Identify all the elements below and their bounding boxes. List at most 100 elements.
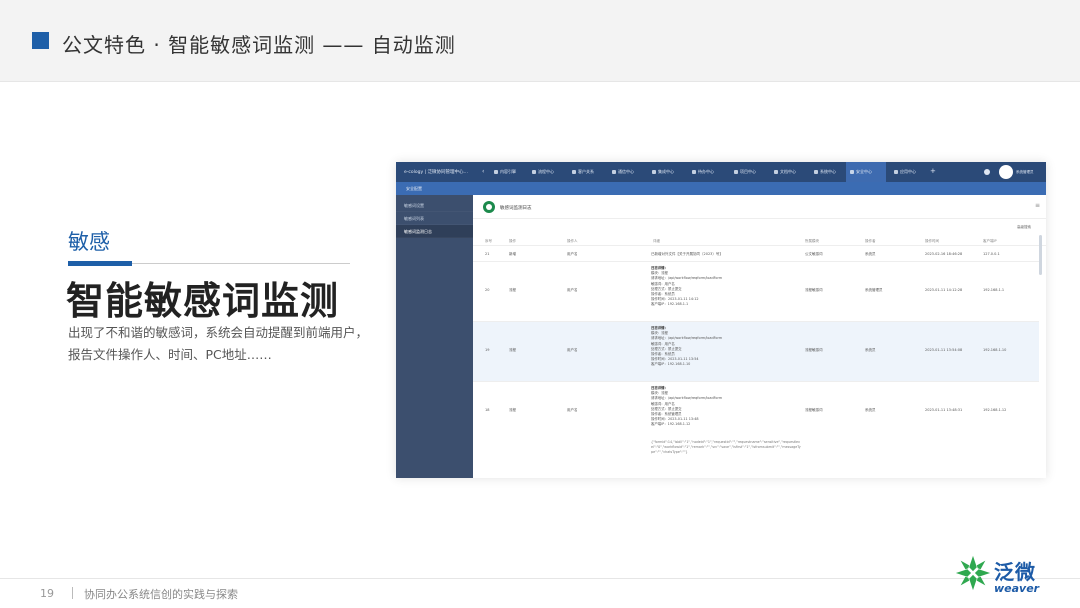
table-row[interactable]: 21 新增 用户名 已新增对外文件【关于开展协同（2023）号】 公文敏感词 系…: [473, 246, 1039, 262]
detail-line: 客户端IP：192.168.1.10: [651, 362, 691, 367]
refresh-icon: [692, 170, 696, 174]
nav-label: 项目中心: [740, 169, 756, 174]
header-square-icon: [32, 32, 49, 49]
nav-label: 待办中心: [698, 169, 714, 174]
nav-item-project[interactable]: 项目中心: [730, 162, 766, 182]
column-header[interactable]: 操作: [509, 239, 516, 244]
scrollbar[interactable]: [1039, 235, 1042, 275]
sidebar-item-log[interactable]: 敏感词监测日志: [396, 225, 473, 238]
nav-item-docs[interactable]: 文档中心: [770, 162, 806, 182]
row-time: 2023-02-16 18:46:28: [925, 252, 963, 256]
nav-item-crm[interactable]: 客户关系: [568, 162, 604, 182]
row-op: 流程: [509, 348, 516, 352]
slide-header: 公文特色 · 智能敏感词监测 —— 自动监测: [0, 0, 1080, 82]
row-user: 用户名: [567, 288, 578, 292]
row-time: 2023-01-11 13:48:31: [925, 408, 963, 412]
nav-item-workflow[interactable]: 流程中心: [528, 162, 564, 182]
gear-icon: [652, 170, 656, 174]
nav-item-apps[interactable]: 应用中心: [890, 162, 926, 182]
avatar[interactable]: [999, 165, 1013, 179]
back-chevron-icon[interactable]: ‹: [482, 168, 484, 175]
keyword-accent-bar: [68, 261, 132, 266]
detail-line: 请求地址：/api/workflow/reqform/loadForm: [651, 276, 723, 281]
row-op: 新增: [509, 252, 516, 256]
app-screenshot: e-cology | 泛微协同管理中心… ‹ 内容引擎 流程中心 客户关系 通信…: [396, 162, 1046, 478]
grid-icon: [532, 170, 536, 174]
nav-item-todo[interactable]: 待办中心: [688, 162, 724, 182]
doc-icon: [814, 170, 818, 174]
row-no: 21: [485, 252, 490, 256]
footer-divider: [0, 578, 1080, 579]
detail-line: 客户端IP：192.168.1.1: [651, 302, 689, 307]
row-operator: 系统员: [865, 348, 876, 352]
row-no: 20: [485, 288, 490, 292]
nav-item-comm[interactable]: 通信中心: [608, 162, 644, 182]
doc-icon: [494, 170, 498, 174]
nav-label: 集成中心: [658, 169, 674, 174]
nav-label: 客户关系: [578, 169, 594, 174]
row-time: 2023-01-11 13:54:08: [925, 348, 963, 352]
row-user: 用户名: [567, 348, 578, 352]
nav-item-integration[interactable]: 集成中心: [648, 162, 684, 182]
nav-label: 系统中心: [820, 169, 836, 174]
table-row[interactable]: 18 流程 用户名 日志详情： 模块：流程 请求地址：/api/workflow…: [473, 382, 1039, 478]
doc-icon: [894, 170, 898, 174]
nav-label: 应用中心: [900, 169, 916, 174]
app-subbar: 安全配置: [396, 182, 1046, 195]
row-no: 19: [485, 348, 490, 352]
row-summary: 已新增对外文件【关于开展协同（2023）号】: [651, 252, 723, 256]
detail-line: 客户端IP：192.168.1.12: [651, 422, 691, 427]
nav-item-system[interactable]: 系统中心: [810, 162, 846, 182]
current-user[interactable]: 系统管理员: [1016, 170, 1034, 175]
tab-security-config[interactable]: 安全配置: [406, 186, 422, 192]
keyword-label: 敏感: [68, 230, 110, 254]
row-ip: 192.168.1.10: [983, 348, 1007, 352]
phone-icon: [612, 170, 616, 174]
row-operator: 系统管理员: [865, 288, 883, 292]
column-header[interactable]: 操作时间: [925, 239, 939, 244]
app-sidebar: 敏感词设置 敏感词列表 敏感词监测日志: [396, 195, 473, 478]
row-module: 流程敏感词: [805, 408, 823, 412]
add-tab-icon[interactable]: +: [930, 167, 936, 175]
column-header[interactable]: 详细: [653, 239, 660, 244]
app-content: 敏感词监测日志 ≡ 高级搜索 序号 操作 操作人 详细 所属模块 操作者 操作时…: [473, 195, 1046, 478]
nav-item-security[interactable]: 安全中心: [846, 162, 886, 182]
weaver-logo-icon: [955, 555, 991, 591]
footer-separator: [72, 587, 73, 599]
column-header[interactable]: 操作者: [865, 239, 876, 244]
row-op: 流程: [509, 408, 516, 412]
column-header[interactable]: 序号: [485, 239, 492, 244]
column-header[interactable]: 所属模块: [805, 239, 819, 244]
doc-icon: [774, 170, 778, 174]
nav-label: 流程中心: [538, 169, 554, 174]
nav-label: 文档中心: [780, 169, 796, 174]
nav-label: 内容引擎: [500, 169, 516, 174]
table-row[interactable]: 19 流程 用户名 日志详情： 模块：流程 请求地址：/api/workflow…: [473, 322, 1039, 382]
sidebar-item-settings[interactable]: 敏感词设置: [396, 199, 473, 212]
advanced-search-link[interactable]: 高级搜索: [1017, 225, 1031, 230]
slide-title: 公文特色 · 智能敏感词监测 —— 自动监测: [62, 33, 456, 57]
gear-icon: [572, 170, 576, 174]
module-logo-icon: [483, 201, 495, 213]
sidebar-item-list[interactable]: 敏感词列表: [396, 212, 473, 225]
row-operator: 系统员: [865, 408, 876, 412]
table-row[interactable]: 20 流程 用户名 日志详情： 模块：流程 请求地址：/api/workflow…: [473, 262, 1039, 322]
menu-icon[interactable]: ≡: [1035, 202, 1040, 209]
logo-en-text: weaver: [994, 582, 1040, 595]
row-detail: 日志详情： 模块：流程 请求地址：/api/workflow/reqform/l…: [651, 326, 722, 368]
row-ip: 127.0.0.1: [983, 252, 1000, 256]
nav-item-content[interactable]: 内容引擎: [490, 162, 526, 182]
row-ip: 192.168.1.1: [983, 288, 1005, 292]
row-module: 流程敏感词: [805, 288, 823, 292]
footer-text: 协同办公系统信创的实践与探索: [84, 588, 238, 601]
notification-icon[interactable]: [984, 169, 990, 175]
request-json: {"formid":14,"isbill":"1","nodeid":"1","…: [651, 440, 801, 455]
doc-icon: [734, 170, 738, 174]
keyword-divider: [132, 263, 350, 264]
column-header[interactable]: 客户端IP: [983, 239, 997, 244]
column-header[interactable]: 操作人: [567, 239, 578, 244]
content-header: 敏感词监测日志 ≡: [473, 195, 1046, 219]
detail-line: 请求地址：/api/workflow/reqform/loadForm: [651, 336, 723, 341]
app-topbar: e-cology | 泛微协同管理中心… ‹ 内容引擎 流程中心 客户关系 通信…: [396, 162, 1046, 182]
row-operator: 系统员: [865, 252, 876, 256]
